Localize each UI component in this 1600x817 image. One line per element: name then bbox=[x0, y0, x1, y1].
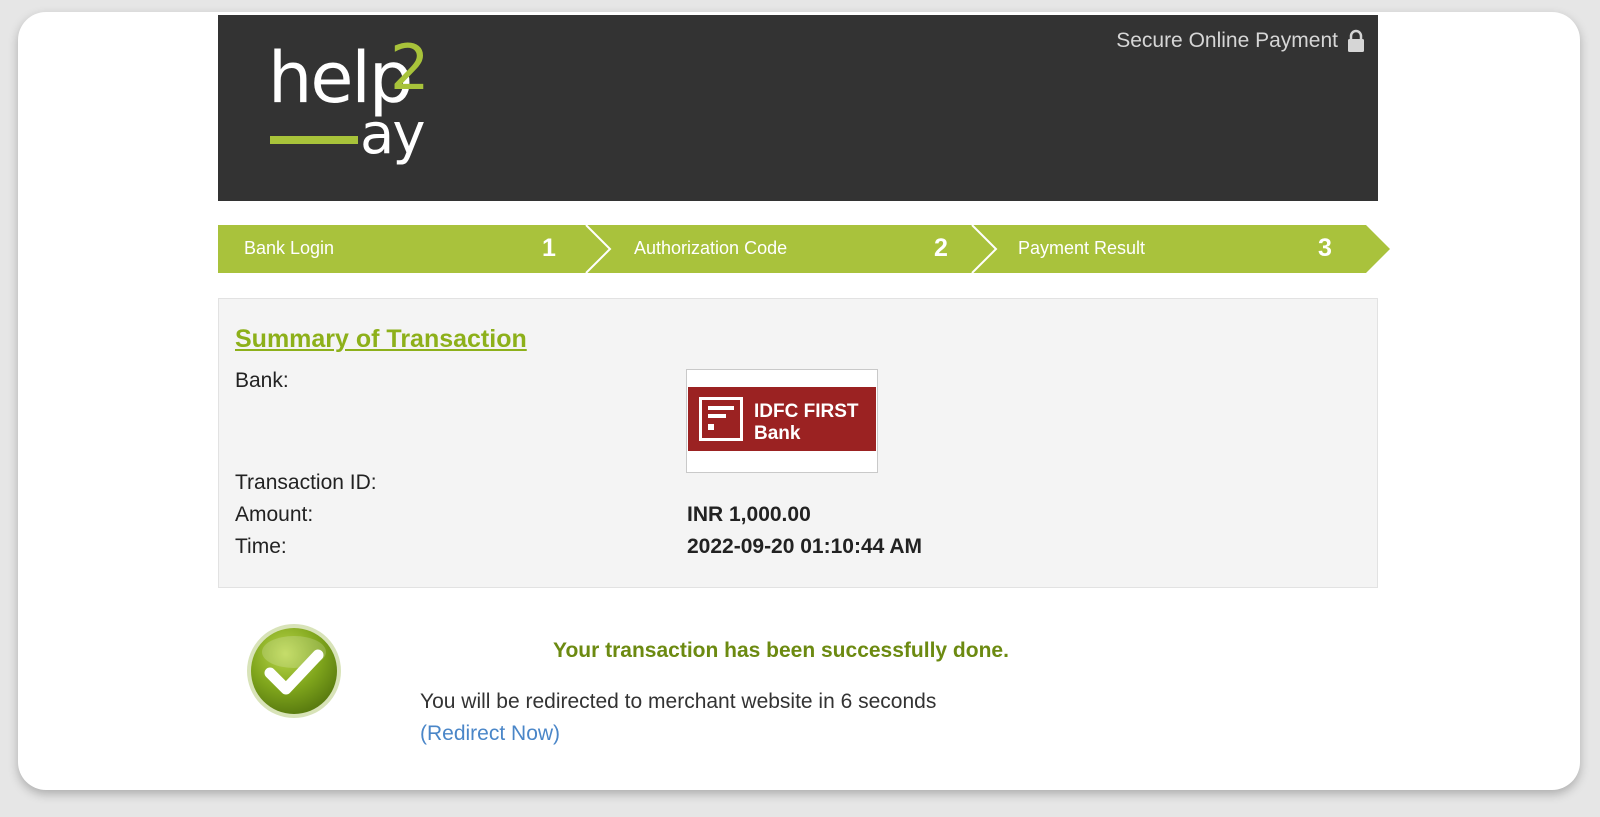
step-3-label: Payment Result bbox=[1018, 238, 1146, 258]
bank-label: Bank: bbox=[235, 369, 289, 392]
transaction-id-label: Transaction ID: bbox=[235, 471, 377, 494]
redirect-now-link[interactable]: (Redirect Now) bbox=[420, 722, 560, 746]
step-3-number: 3 bbox=[1318, 234, 1332, 262]
time-value: 2022-09-20 01:10:44 AM bbox=[687, 535, 923, 558]
lock-icon bbox=[1346, 29, 1366, 53]
step-1-number: 1 bbox=[542, 234, 556, 262]
summary-title: Summary of Transaction bbox=[235, 325, 527, 353]
bank-name-line1: IDFC FIRST bbox=[754, 401, 859, 422]
secure-payment-label: Secure Online Payment bbox=[1116, 29, 1366, 53]
steps-background bbox=[218, 225, 1390, 273]
progress-steps: Bank Login 1 Authorization Code 2 Paymen… bbox=[218, 225, 1390, 273]
secure-payment-text: Secure Online Payment bbox=[1116, 29, 1338, 52]
amount-value: INR 1,000.00 bbox=[687, 503, 811, 526]
bank-logo-strip: IDFC FIRST Bank bbox=[688, 387, 876, 451]
help2pay-logo: help 2 ay bbox=[268, 37, 468, 173]
step-2-label: Authorization Code bbox=[634, 238, 788, 258]
header-bar: help 2 ay Secure Online Payment bbox=[218, 15, 1378, 201]
time-label: Time: bbox=[235, 535, 287, 558]
bank-logo: IDFC FIRST Bank bbox=[686, 369, 878, 473]
step-2-number: 2 bbox=[934, 234, 948, 262]
step-1-label: Bank Login bbox=[244, 238, 335, 258]
transaction-summary: Summary of Transaction Bank: IDFC FIRST … bbox=[218, 298, 1378, 588]
redirect-message: You will be redirected to merchant websi… bbox=[420, 690, 937, 713]
logo-text-ay: ay bbox=[360, 102, 425, 167]
success-message: Your transaction has been successfully d… bbox=[553, 639, 1009, 662]
logo-text-two: 2 bbox=[390, 31, 430, 104]
logo-underline bbox=[270, 136, 358, 144]
step-separator-1 bbox=[585, 225, 612, 273]
bank-mark-icon bbox=[699, 397, 743, 441]
bank-name: IDFC FIRST Bank bbox=[754, 401, 859, 445]
bank-name-line2: Bank bbox=[754, 423, 801, 444]
amount-label: Amount: bbox=[235, 503, 314, 526]
checkmark-icon bbox=[245, 622, 343, 720]
step-separator-2 bbox=[971, 225, 998, 273]
